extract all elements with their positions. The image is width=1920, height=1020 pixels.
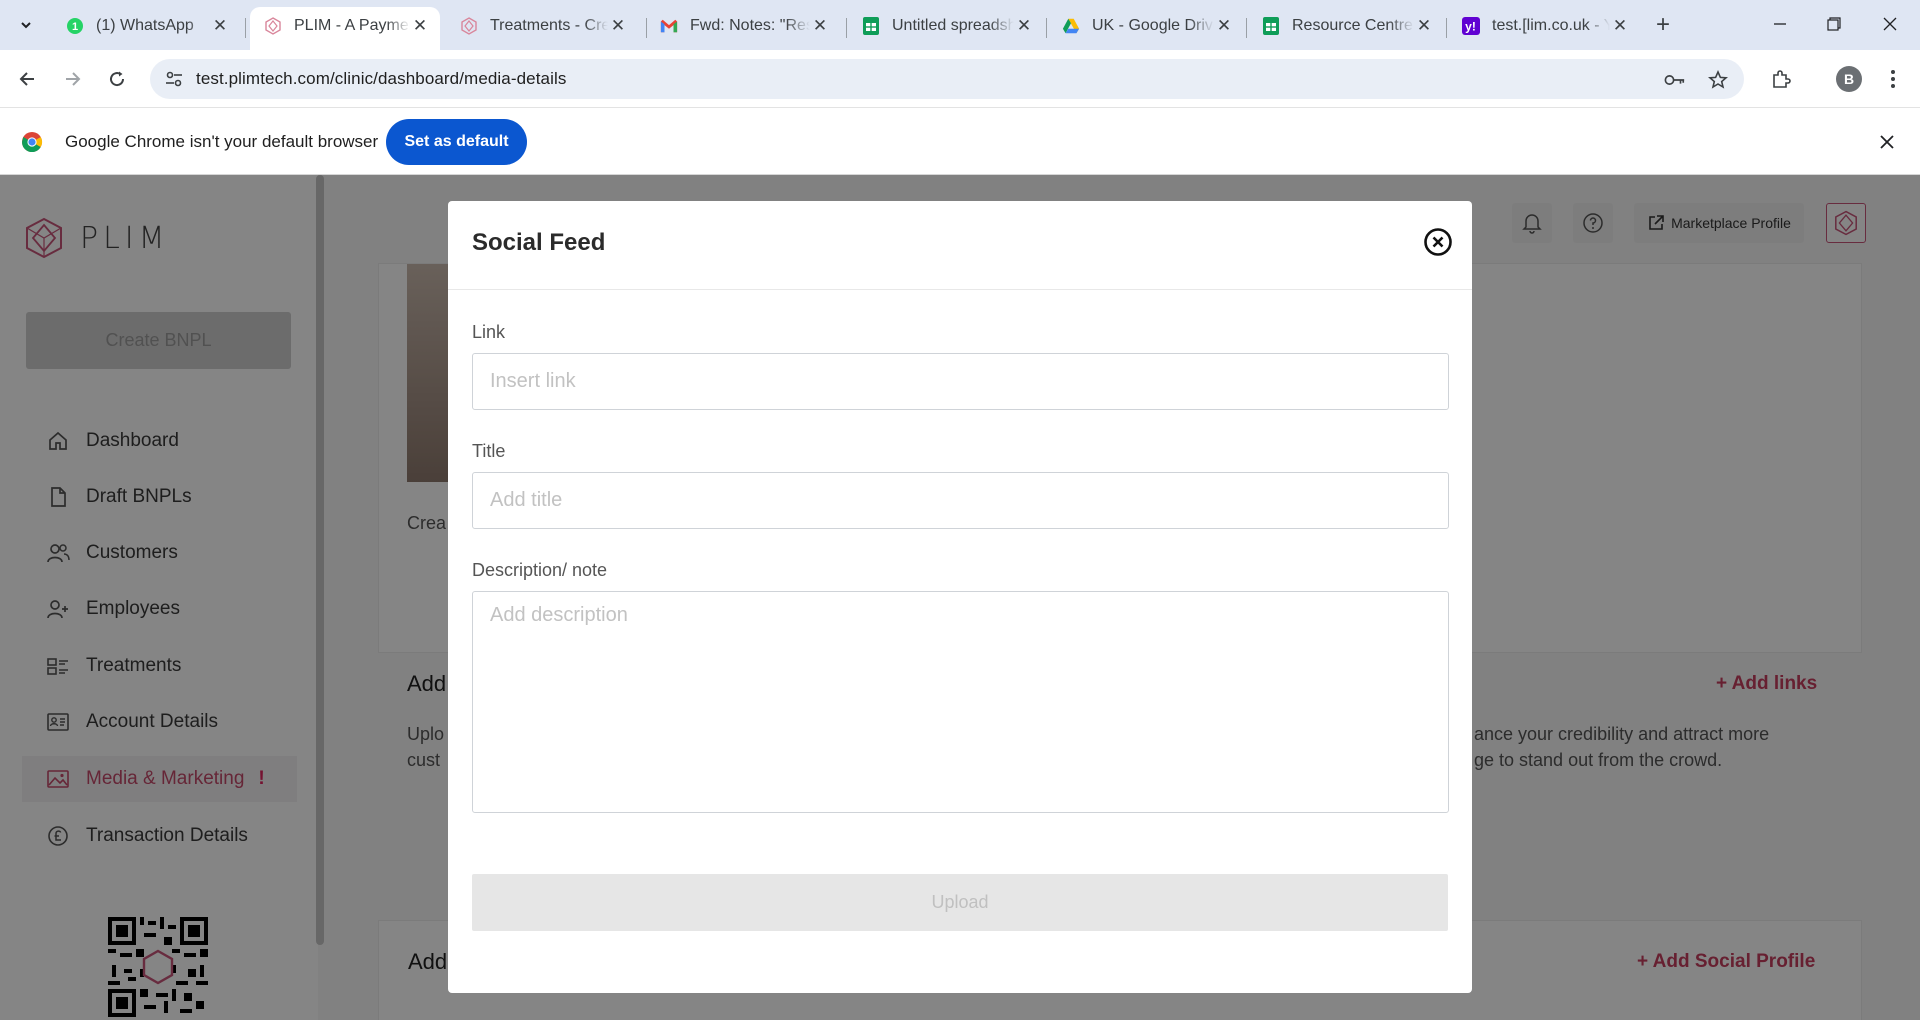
- browser-tabstrip: 1 (1) WhatsApp ✕ PLIM - A Payment ✕ Trea…: [0, 0, 1920, 50]
- upload-button[interactable]: Upload: [472, 874, 1448, 931]
- close-icon: [1880, 135, 1894, 149]
- tab-label: Resource Centre: [1292, 16, 1413, 34]
- link-input[interactable]: [472, 353, 1449, 410]
- tab-plim[interactable]: PLIM - A Payment ✕: [250, 7, 440, 50]
- sheets-icon: [1262, 16, 1280, 35]
- close-icon[interactable]: ✕: [1610, 16, 1630, 36]
- site-settings-icon[interactable]: [164, 69, 184, 89]
- whatsapp-icon: 1: [66, 17, 84, 35]
- password-key-icon[interactable]: [1664, 69, 1686, 91]
- close-icon[interactable]: ✕: [1414, 16, 1434, 36]
- tab-divider: [846, 18, 847, 38]
- default-browser-infobar: Google Chrome isn't your default browser…: [0, 108, 1920, 175]
- restore-icon: [1827, 17, 1841, 31]
- tab-label: Fwd: Notes: "Resource: [690, 16, 810, 34]
- set-as-default-button[interactable]: Set as default: [386, 119, 527, 165]
- tab-divider: [1246, 18, 1247, 38]
- modal-close-button[interactable]: [1423, 227, 1453, 257]
- description-label: Description/ note: [472, 560, 608, 580]
- more-vertical-icon: [1891, 70, 1895, 88]
- infobar-close-button[interactable]: [1875, 130, 1899, 154]
- arrow-left-icon: [19, 72, 34, 86]
- tab-yahoo[interactable]: y! test.[lim.co.uk - Yahoo ✕: [1448, 7, 1640, 50]
- browser-toolbar: test.plimtech.com/clinic/dashboard/media…: [0, 50, 1920, 108]
- puzzle-icon: [1773, 70, 1791, 88]
- title-input[interactable]: [472, 472, 1449, 529]
- restore-button[interactable]: [1806, 0, 1862, 48]
- description-textarea[interactable]: [472, 591, 1449, 813]
- close-icon: [1883, 17, 1897, 31]
- tab-divider: [245, 18, 246, 38]
- close-icon[interactable]: ✕: [810, 16, 830, 36]
- title-label: Title: [472, 441, 506, 461]
- chrome-logo-icon: [21, 131, 43, 153]
- minimize-icon: [1774, 23, 1786, 25]
- gmail-icon: [660, 17, 678, 35]
- close-circle-icon: [1424, 228, 1452, 256]
- tab-label: PLIM - A Payment: [294, 16, 410, 34]
- tab-divider: [1046, 18, 1047, 38]
- tab-divider: [1446, 18, 1447, 38]
- profile-avatar[interactable]: B: [1836, 66, 1862, 92]
- back-button[interactable]: [10, 62, 44, 96]
- tab-label: (1) WhatsApp: [96, 16, 194, 34]
- drive-icon: [1062, 17, 1080, 35]
- plim-icon: [264, 16, 282, 35]
- tab-spreadsheet[interactable]: Untitled spreadsheet ✕: [848, 7, 1044, 50]
- address-bar[interactable]: test.plimtech.com/clinic/dashboard/media…: [150, 59, 1744, 99]
- arrow-right-icon: [66, 72, 81, 86]
- reload-icon: [110, 71, 125, 87]
- modal-divider: [448, 289, 1472, 290]
- tab-search-button[interactable]: [11, 10, 41, 40]
- extensions-button[interactable]: [1764, 62, 1798, 96]
- close-icon[interactable]: ✕: [608, 16, 628, 36]
- close-icon[interactable]: ✕: [1014, 16, 1034, 36]
- chrome-menu-button[interactable]: [1876, 62, 1910, 96]
- close-icon[interactable]: ✕: [410, 16, 430, 36]
- tab-gmail[interactable]: Fwd: Notes: "Resource ✕: [646, 7, 840, 50]
- forward-button[interactable]: [56, 62, 90, 96]
- social-feed-modal: Social Feed Link Title Description/ note…: [448, 201, 1472, 993]
- tab-whatsapp[interactable]: 1 (1) WhatsApp ✕: [52, 7, 240, 50]
- reload-button[interactable]: [100, 62, 134, 96]
- tab-label: Untitled spreadsheet: [892, 16, 1014, 34]
- modal-title: Social Feed: [472, 229, 606, 256]
- new-tab-button[interactable]: +: [1648, 10, 1678, 40]
- minimize-button[interactable]: [1752, 0, 1808, 48]
- svg-text:y!: y!: [1465, 19, 1476, 33]
- url-text: test.plimtech.com/clinic/dashboard/media…: [196, 69, 567, 88]
- tab-label: Treatments - Create: [490, 16, 608, 34]
- close-icon[interactable]: ✕: [1214, 16, 1234, 36]
- tab-label: UK - Google Drive: [1092, 16, 1214, 34]
- tab-treatments[interactable]: Treatments - Create ✕: [446, 7, 638, 50]
- tab-label: test.[lim.co.uk - Yahoo: [1492, 16, 1610, 34]
- tab-resource-centre[interactable]: Resource Centre ✕: [1248, 7, 1444, 50]
- window-close-button[interactable]: [1862, 0, 1918, 48]
- svg-text:1: 1: [72, 21, 78, 33]
- link-label: Link: [472, 322, 506, 342]
- plim-icon: [460, 16, 478, 35]
- sheets-icon: [862, 16, 880, 35]
- yahoo-icon: y!: [1462, 16, 1480, 35]
- close-icon[interactable]: ✕: [210, 16, 230, 36]
- bookmark-star-icon[interactable]: [1707, 69, 1729, 91]
- chevron-down-icon: [21, 22, 31, 29]
- tab-drive[interactable]: UK - Google Drive ✕: [1048, 7, 1244, 50]
- infobar-message: Google Chrome isn't your default browser: [65, 132, 379, 151]
